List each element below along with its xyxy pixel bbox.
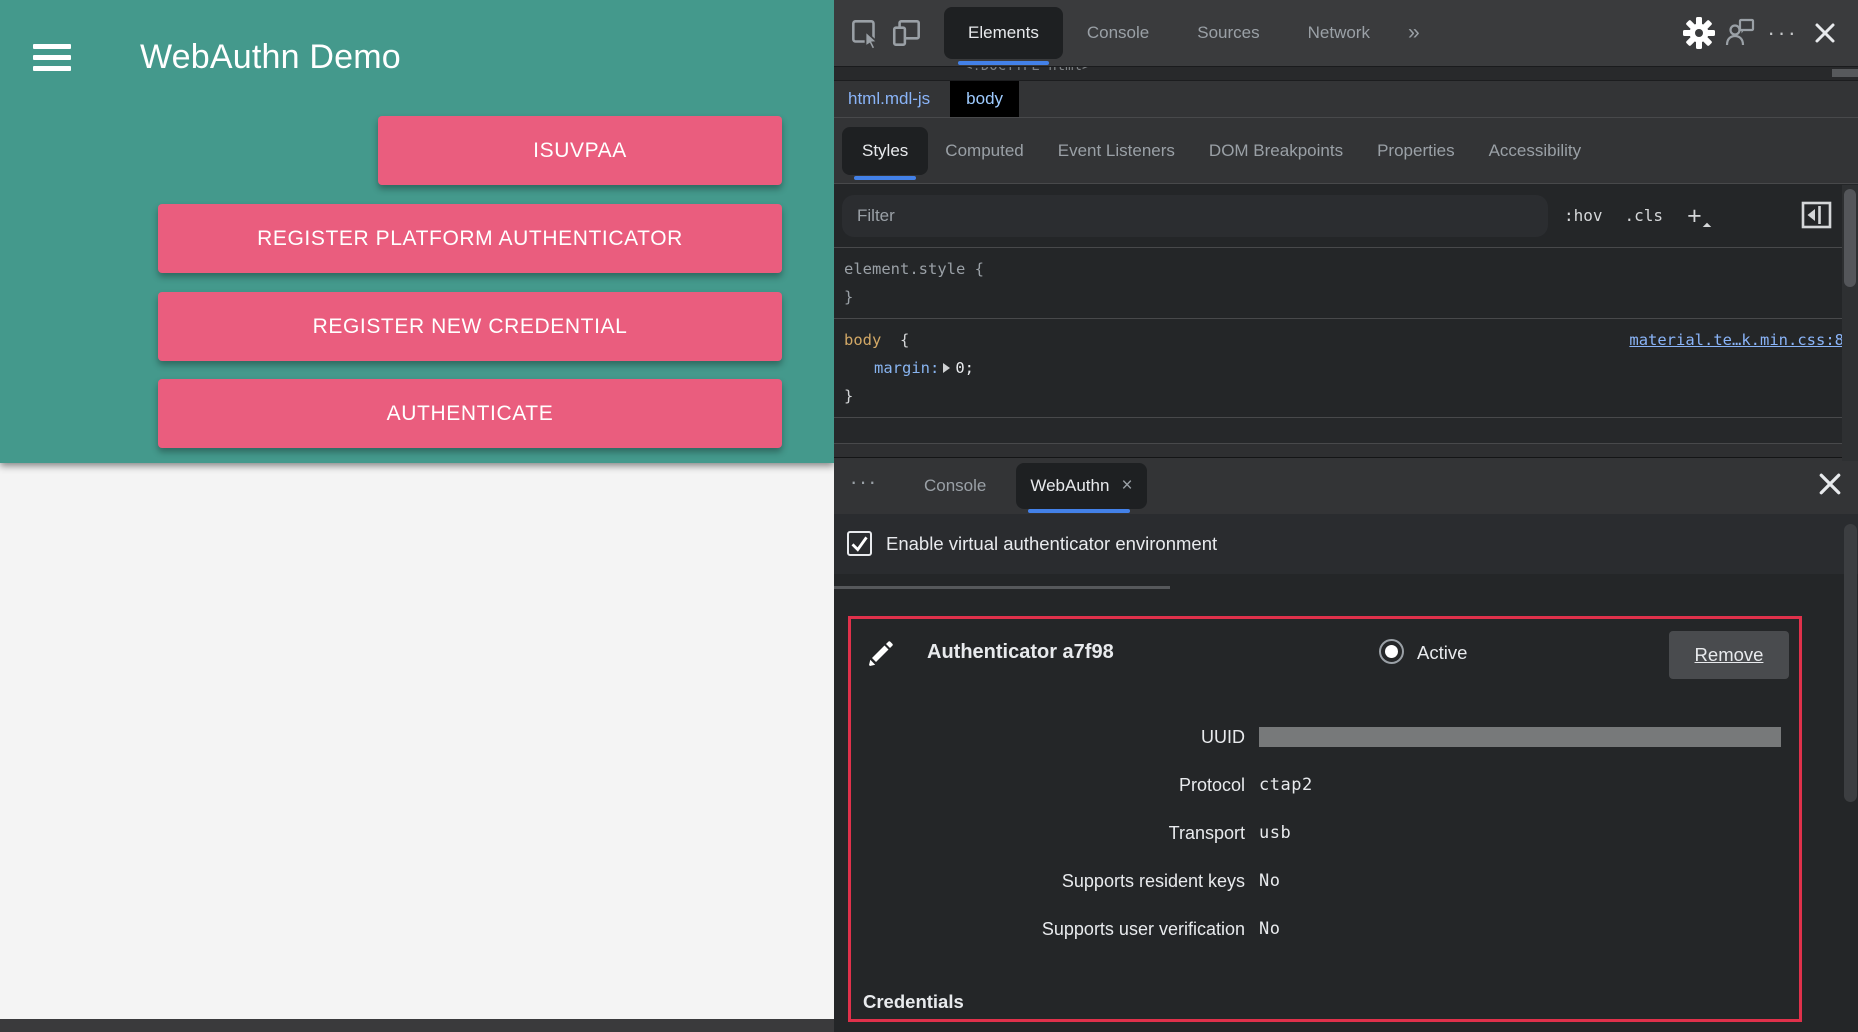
authenticator-fields: UUID Protocol ctap2 Transport usb Suppor… (851, 725, 1789, 941)
breadcrumb-html[interactable]: html.mdl-js (840, 81, 938, 117)
toolbar-right-icons: ··· (1678, 14, 1858, 52)
tab-accessibility[interactable]: Accessibility (1472, 127, 1599, 175)
devtools-main-tabs: Elements Console Sources Network » (944, 0, 1434, 66)
breadcrumb: html.mdl-js body (834, 80, 1858, 118)
more-options-icon[interactable]: ··· (1764, 14, 1802, 52)
breadcrumb-body[interactable]: body (950, 81, 1019, 117)
rule-body: material.te…k.min.css:8 body { margin:0;… (834, 319, 1858, 418)
tab-elements[interactable]: Elements (944, 7, 1063, 59)
hamburger-menu-icon[interactable] (33, 44, 71, 71)
tab-network[interactable]: Network (1284, 7, 1394, 59)
device-toolbar-icon[interactable] (888, 14, 926, 52)
drawer-horizontal-scrollbar-thumb[interactable] (834, 586, 1170, 589)
authenticator-card: Authenticator a7f98 Active Remove UUID P… (848, 616, 1802, 1022)
clipped-dom-text: <!DOCTYPE html> (964, 67, 1090, 74)
user-verification-value: No (1259, 919, 1789, 939)
styles-filter-row: :hov .cls + (834, 184, 1858, 248)
drawer-tab-bar: ··· Console WebAuthn × (834, 458, 1858, 514)
register-platform-authenticator-button[interactable]: REGISTER PLATFORM AUTHENTICATOR (158, 204, 782, 273)
toggle-pseudo-hov[interactable]: :hov (1564, 206, 1603, 225)
user-verification-label: Supports user verification (851, 917, 1245, 941)
active-radio-label: Active (1417, 642, 1467, 664)
styles-sidebar-tabs: Styles Computed Event Listeners DOM Brea… (834, 118, 1858, 184)
close-drawer-icon[interactable] (1818, 472, 1842, 496)
active-radio[interactable] (1379, 639, 1404, 664)
toggle-element-classes[interactable]: .cls (1625, 206, 1664, 225)
enable-virtual-authenticator-label: Enable virtual authenticator environment (886, 514, 1217, 574)
authenticator-title: Authenticator a7f98 (927, 641, 1114, 664)
drawer-tab-webauthn[interactable]: WebAuthn × (1016, 463, 1146, 509)
empty-style-section (834, 418, 1858, 444)
transport-label: Transport (851, 821, 1245, 845)
tab-computed[interactable]: Computed (928, 127, 1040, 175)
drawer-vertical-scrollbar-thumb[interactable] (1844, 524, 1857, 802)
settings-gear-icon[interactable] (1680, 14, 1718, 52)
uuid-value-redacted (1259, 727, 1789, 747)
styles-pane-scrollbar-thumb[interactable] (1844, 189, 1856, 287)
page-bottom-strip (0, 1019, 834, 1032)
devtools-panel: Elements Console Sources Network » (834, 0, 1858, 1032)
expand-shorthand-icon[interactable] (943, 363, 950, 373)
devtools-toolbar: Elements Console Sources Network » (834, 0, 1858, 67)
authenticate-button[interactable]: AUTHENTICATE (158, 379, 782, 448)
webauthn-demo-page: WebAuthn Demo ISUVPAA REGISTER PLATFORM … (0, 0, 834, 1032)
new-style-rule-button[interactable]: + (1687, 205, 1702, 227)
register-new-credential-button[interactable]: REGISTER NEW CREDENTIAL (158, 292, 782, 361)
sidebar-pane-toggle-icon[interactable] (1801, 201, 1832, 229)
resident-keys-label: Supports resident keys (851, 869, 1245, 893)
resident-keys-value: No (1259, 871, 1789, 891)
tab-console[interactable]: Console (1063, 7, 1173, 59)
inspect-element-icon[interactable] (846, 14, 884, 52)
drawer-more-tools-icon[interactable]: ··· (834, 469, 894, 503)
tab-dom-breakpoints[interactable]: DOM Breakpoints (1192, 127, 1360, 175)
tab-styles[interactable]: Styles (842, 127, 928, 175)
page-header: WebAuthn Demo ISUVPAA REGISTER PLATFORM … (0, 0, 834, 463)
transport-value: usb (1259, 823, 1789, 843)
close-devtools-icon[interactable] (1806, 14, 1844, 52)
styles-pane-scrollbar[interactable] (1842, 185, 1858, 461)
uuid-label: UUID (851, 725, 1245, 749)
scrollbar-corner (1832, 69, 1858, 77)
panel-gap (834, 444, 1858, 458)
selector-element-style: element.style (844, 260, 965, 278)
elements-tree-clipped-row: <!DOCTYPE html> (834, 67, 1858, 80)
protocol-value: ctap2 (1259, 775, 1789, 795)
close-webauthn-tab-icon[interactable]: × (1121, 475, 1132, 497)
remove-authenticator-button[interactable]: Remove (1669, 631, 1789, 679)
css-property-margin[interactable]: margin:0; (844, 354, 1848, 382)
selector-body: body (844, 331, 881, 349)
page-title: WebAuthn Demo (140, 38, 401, 77)
credentials-heading: Credentials (863, 991, 964, 1013)
more-tabs-chevron-icon[interactable]: » (1394, 21, 1434, 45)
screenshot-root: WebAuthn Demo ISUVPAA REGISTER PLATFORM … (0, 0, 1858, 1032)
tab-sources[interactable]: Sources (1173, 7, 1283, 59)
drawer-tab-console[interactable]: Console (906, 463, 1004, 509)
virtual-authenticator-toggle-row: Enable virtual authenticator environment (834, 514, 1858, 574)
rule-element-style: element.style { } (834, 248, 1858, 319)
edit-authenticator-icon[interactable] (866, 640, 894, 668)
tab-properties[interactable]: Properties (1360, 127, 1471, 175)
isuvpaa-button[interactable]: ISUVPAA (378, 116, 782, 185)
uuid-redacted-bar (1259, 727, 1781, 747)
stylesheet-source-link[interactable]: material.te…k.min.css:8 (1629, 326, 1844, 354)
tab-event-listeners[interactable]: Event Listeners (1041, 127, 1192, 175)
protocol-label: Protocol (851, 773, 1245, 797)
styles-filter-input[interactable] (842, 195, 1548, 237)
enable-virtual-authenticator-checkbox[interactable] (847, 531, 872, 556)
send-feedback-icon[interactable] (1722, 14, 1760, 52)
